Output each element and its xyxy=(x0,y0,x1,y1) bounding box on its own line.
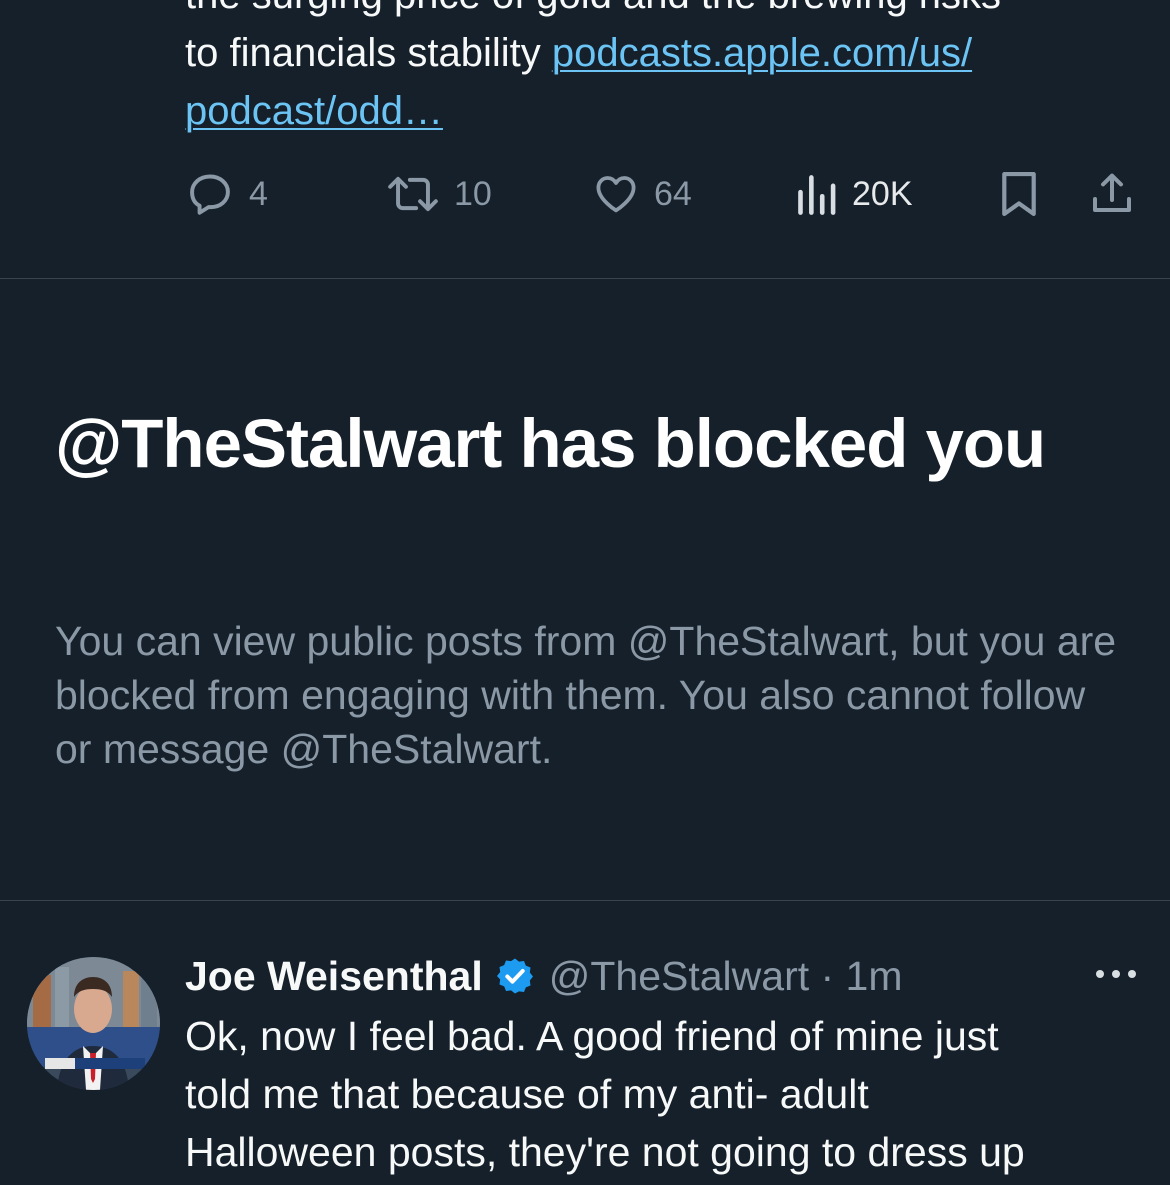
views-count: 20K xyxy=(852,174,913,213)
reply-button[interactable]: 4 xyxy=(185,166,268,222)
tweet-body-line-1: Ok, now I feel bad. A good friend of min… xyxy=(185,1013,999,1059)
like-count: 64 xyxy=(654,174,692,213)
tweet-text: Ok, now I feel bad. A good friend of min… xyxy=(185,1007,1145,1181)
author-name[interactable]: Joe Weisenthal xyxy=(185,953,483,1000)
tweet-text: the surging price of gold and the brewin… xyxy=(185,0,1145,140)
share-button[interactable] xyxy=(1088,166,1136,222)
tweet-actions: 4 10 64 20K xyxy=(0,166,1170,222)
retweet-button[interactable]: 10 xyxy=(386,166,492,222)
like-icon xyxy=(596,176,636,213)
tweet-text-line-1: the surging price of gold and the brewin… xyxy=(185,0,1145,24)
like-button[interactable]: 64 xyxy=(592,166,692,222)
retweet-icon xyxy=(388,176,438,212)
tweet-text-line-2-text: to financials stability xyxy=(185,31,552,75)
tweet-text-line-3: podcast/odd… xyxy=(185,82,1145,140)
bookmark-icon xyxy=(1002,171,1036,217)
tweet-author-row: Joe Weisenthal @TheStalwart · 1m xyxy=(185,948,903,1004)
share-icon xyxy=(1093,173,1131,212)
reply-count: 4 xyxy=(249,174,268,213)
reply-icon xyxy=(190,174,230,215)
blocked-description: You can view public posts from @TheStalw… xyxy=(55,618,1117,772)
podcast-link-continued[interactable]: podcast/odd… xyxy=(185,89,443,133)
divider xyxy=(0,278,1170,279)
timeline: the surging price of gold and the brewin… xyxy=(0,0,1170,1185)
tweet-text-line-2: to financials stability podcasts.apple.c… xyxy=(185,24,1145,82)
tweet-previous[interactable]: the surging price of gold and the brewin… xyxy=(0,0,1170,278)
tweet-body-line-2: told me that because of my anti- adult xyxy=(185,1071,869,1117)
blocked-title: @TheStalwart has blocked you xyxy=(55,405,1046,482)
views-button[interactable]: 20K xyxy=(796,166,913,222)
avatar[interactable] xyxy=(27,957,160,1090)
divider xyxy=(0,900,1170,901)
views-icon xyxy=(798,175,836,215)
tweet-body-line-3: Halloween posts, they're not going to dr… xyxy=(185,1129,1025,1175)
author-handle-time[interactable]: @TheStalwart · 1m xyxy=(549,953,903,1000)
more-options-icon[interactable] xyxy=(1092,960,1140,988)
verified-badge-icon xyxy=(496,958,533,994)
retweet-count: 10 xyxy=(454,174,492,213)
avatar-image xyxy=(27,957,160,1090)
podcast-link[interactable]: podcasts.apple.com/us/ xyxy=(552,31,972,75)
bookmark-button[interactable] xyxy=(998,166,1040,222)
